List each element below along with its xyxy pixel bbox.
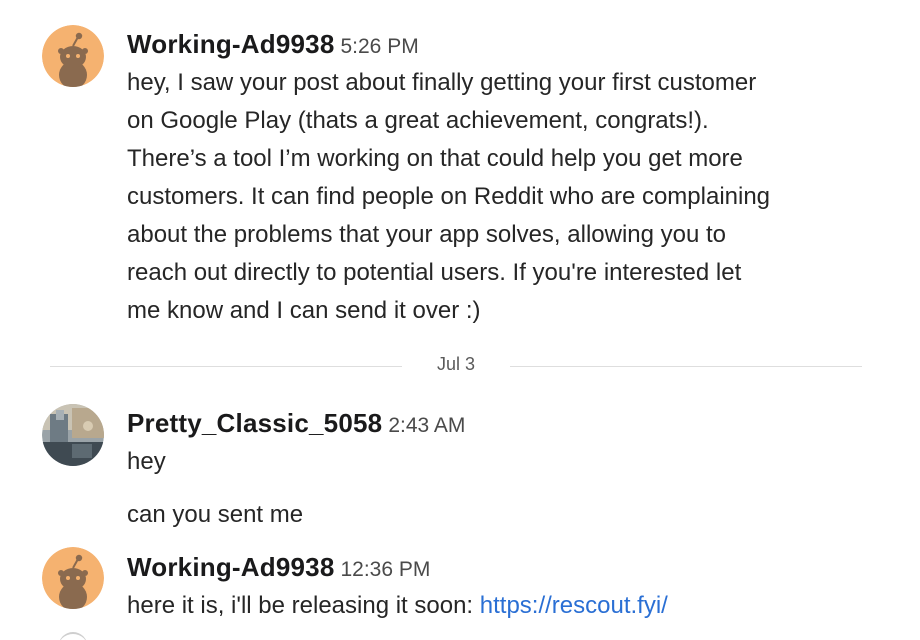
message-body: hey [127,443,877,481]
message-line: on Google Play (thats a great achievemen… [127,107,709,134]
message-line: can you sent me [127,501,304,528]
message-body: can you sent me [127,496,877,534]
username[interactable]: Pretty_Classic_5058 [127,408,382,438]
photo-avatar-icon[interactable] [42,404,104,466]
timestamp: 12:36 PM [340,558,431,581]
message-line: hey, I saw your post about finally getti… [127,69,757,96]
snoo-avatar-icon[interactable] [42,25,104,87]
timestamp: 2:43 AM [388,414,466,437]
divider-line [510,366,862,367]
username[interactable]: Working-Ad9938 [127,552,334,582]
date-divider-label: Jul 3 [436,354,476,374]
message-line: customers. It can find people on Reddit … [127,183,771,210]
message-body: hey, I saw your post about finally getti… [127,64,877,330]
timestamp: 5:26 PM [340,35,419,58]
message-line: about the problems that your app solves,… [127,221,727,248]
message-line: me know and I can send it over :) [127,297,481,324]
divider-line [50,366,402,367]
message-body: here it is, i'll be releasing it soon: h… [127,587,877,625]
message-text: here it is, i'll be releasing it soon: [127,592,480,619]
snoo-avatar-icon[interactable] [42,547,104,609]
message-header: Working-Ad9938 5:26 PM [127,29,419,60]
message-line: There’s a tool I’m working on that could… [127,145,743,172]
message-line: hey [127,448,166,475]
message-line: reach out directly to potential users. I… [127,259,742,286]
message-header: Pretty_Classic_5058 2:43 AM [127,408,465,439]
chat-thread: Working-Ad9938 5:26 PM hey, I saw your po… [0,0,920,640]
message-header: Working-Ad9938 12:36 PM [127,552,430,583]
avatar-icon [58,632,88,640]
message-link[interactable]: https://rescout.fyi/ [480,592,668,619]
username[interactable]: Working-Ad9938 [127,29,334,59]
